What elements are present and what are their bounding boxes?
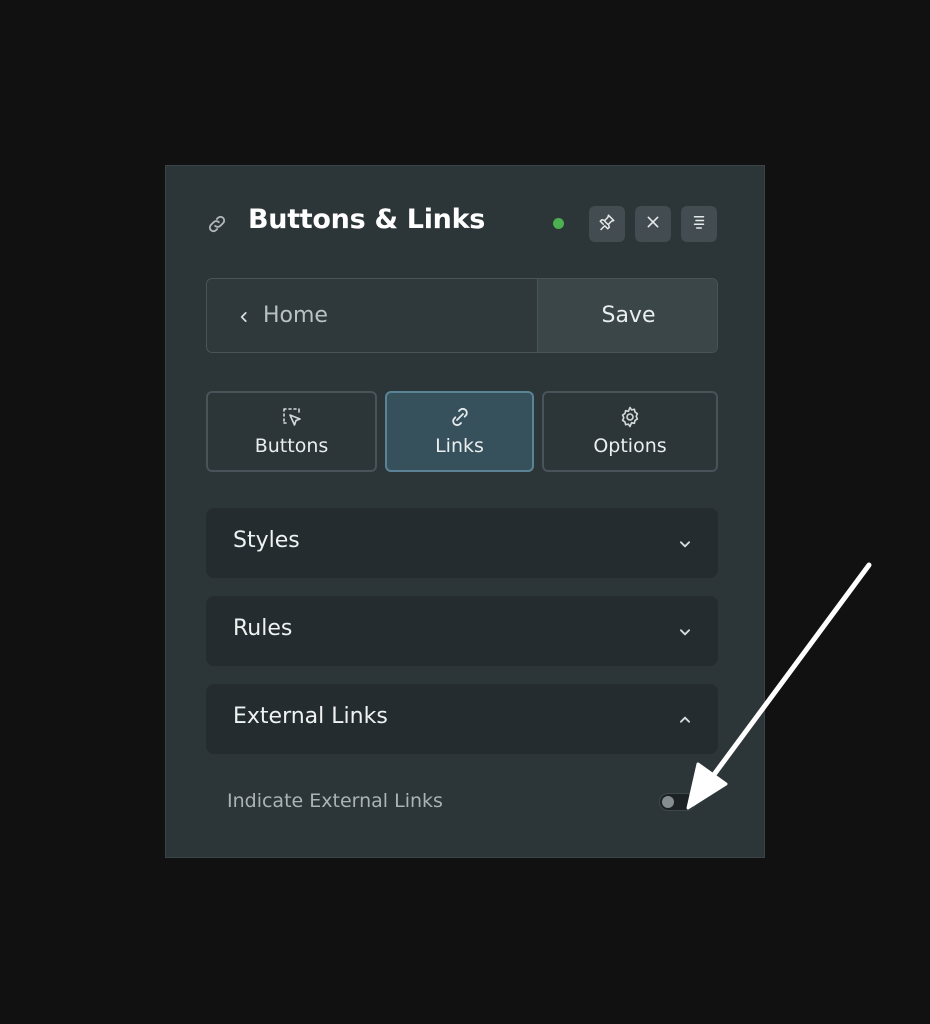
section-styles[interactable]: Styles (206, 508, 718, 578)
tab-label: Buttons (254, 435, 329, 457)
settings-panel: Buttons & Links Home Save Buttons Links … (165, 165, 765, 858)
section-rules[interactable]: Rules (206, 596, 718, 666)
chevron-up-icon (678, 712, 692, 726)
tab-links[interactable]: Links (385, 391, 534, 472)
tab-buttons[interactable]: Buttons (206, 391, 377, 472)
tab-options[interactable]: Options (542, 391, 718, 472)
section-label: Styles (233, 528, 300, 553)
home-back-button[interactable]: Home (207, 279, 537, 352)
pin-button[interactable] (589, 206, 625, 242)
save-button[interactable]: Save (537, 279, 717, 352)
cursor-select-icon (280, 405, 304, 429)
menu-button[interactable] (681, 206, 717, 242)
navigation-bar: Home Save (206, 278, 718, 353)
chain-link-icon (448, 405, 472, 429)
gear-icon (618, 405, 642, 429)
panel-title: Buttons & Links (248, 204, 486, 235)
panel-header: Buttons & Links (166, 166, 764, 282)
close-button[interactable] (635, 206, 671, 242)
tab-label: Links (435, 435, 484, 457)
indicate-external-links-toggle[interactable] (659, 793, 696, 811)
section-label: Rules (233, 616, 293, 641)
pin-icon (598, 213, 616, 235)
chevron-down-icon (678, 536, 692, 550)
toggle-knob (662, 796, 674, 808)
chevron-left-icon (237, 309, 251, 323)
close-icon (645, 214, 661, 234)
indicate-external-links-label: Indicate External Links (227, 790, 443, 812)
section-external-links[interactable]: External Links (206, 684, 718, 754)
status-indicator (553, 218, 564, 229)
chevron-down-icon (678, 624, 692, 638)
tab-label: Options (593, 435, 667, 457)
section-label: External Links (233, 704, 388, 729)
menu-icon (690, 213, 708, 235)
home-label: Home (263, 303, 328, 328)
link-icon (206, 213, 228, 235)
